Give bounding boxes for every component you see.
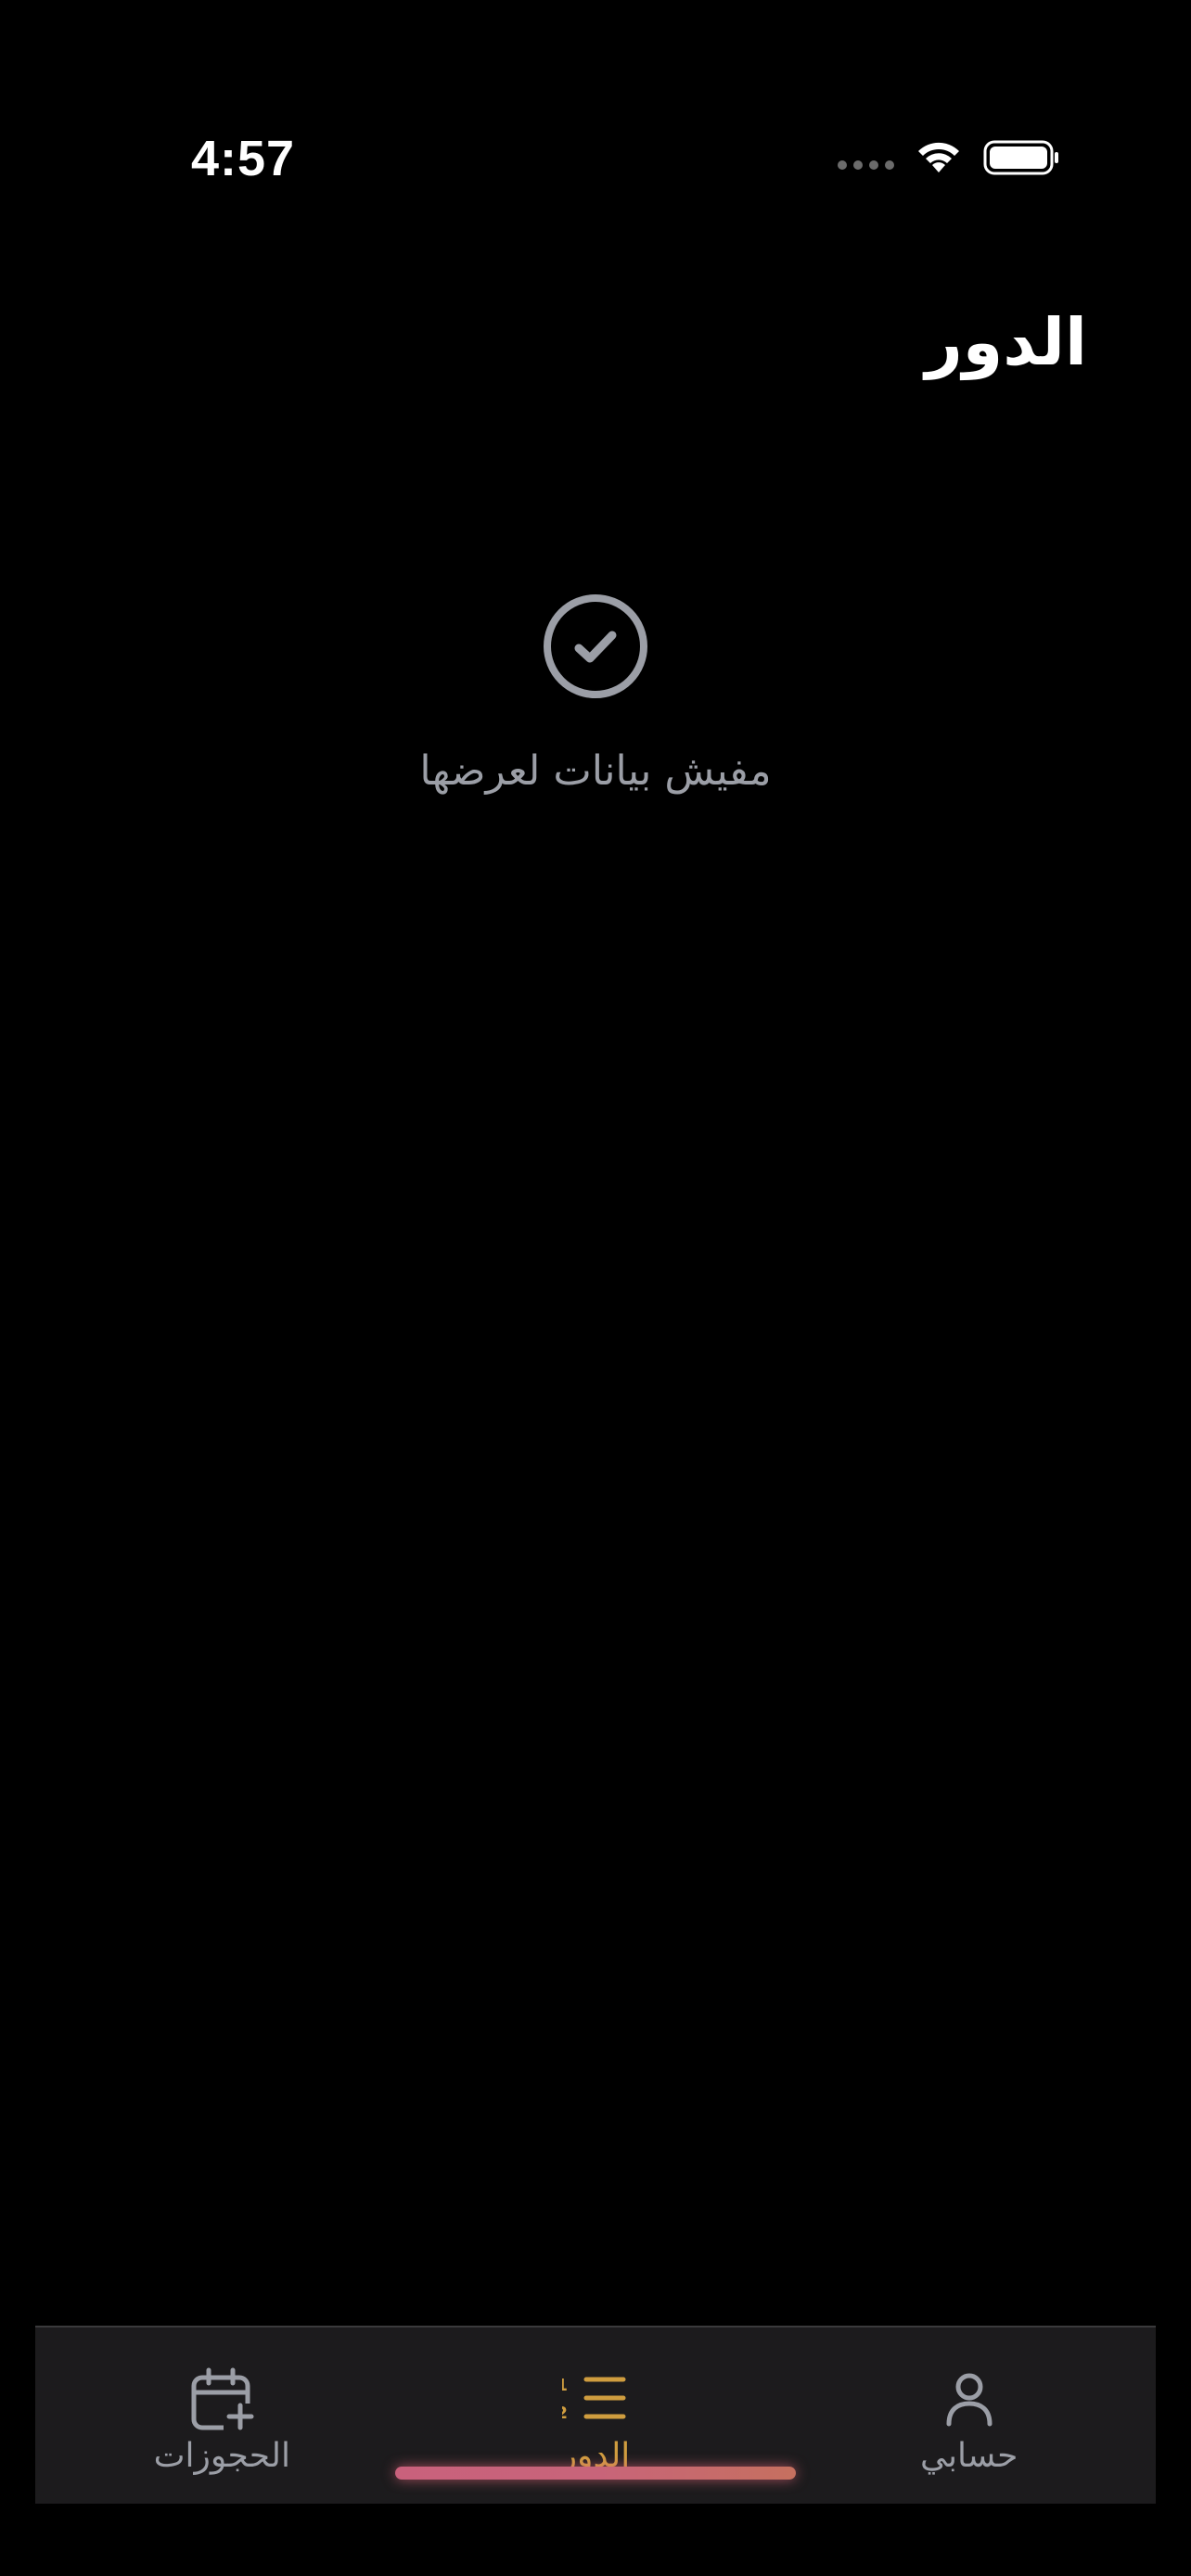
- home-indicator[interactable]: [395, 2467, 796, 2480]
- status-bar: 4:57: [0, 0, 1191, 223]
- svg-text:1: 1: [562, 2376, 568, 2395]
- calendar-add-icon: [191, 2367, 256, 2433]
- person-icon: [946, 2373, 992, 2427]
- battery-icon: [983, 140, 1058, 175]
- tab-account-label: حسابي: [919, 2437, 1018, 2475]
- tab-bookings-label: الحجوزات: [153, 2437, 290, 2475]
- page-title: الدور: [925, 304, 1087, 380]
- queue-screen: 4:57 الدور مفيش بيانات لعرضها حسابي الدو…: [0, 0, 1191, 2576]
- cellular-signal-icon: [838, 160, 894, 170]
- tab-account[interactable]: حسابي: [782, 2327, 1156, 2504]
- wifi-icon: [918, 142, 959, 172]
- empty-state: مفيش بيانات لعرضها: [0, 593, 1191, 795]
- check-circle-icon: [544, 594, 647, 698]
- status-icons: [838, 139, 1061, 176]
- svg-text:2: 2: [562, 2404, 568, 2423]
- numbered-list-icon: 1 2: [562, 2376, 626, 2423]
- tab-bookings[interactable]: الحجوزات: [35, 2327, 409, 2504]
- empty-state-message: مفيش بيانات لعرضها: [419, 747, 772, 795]
- status-time: 4:57: [191, 131, 296, 186]
